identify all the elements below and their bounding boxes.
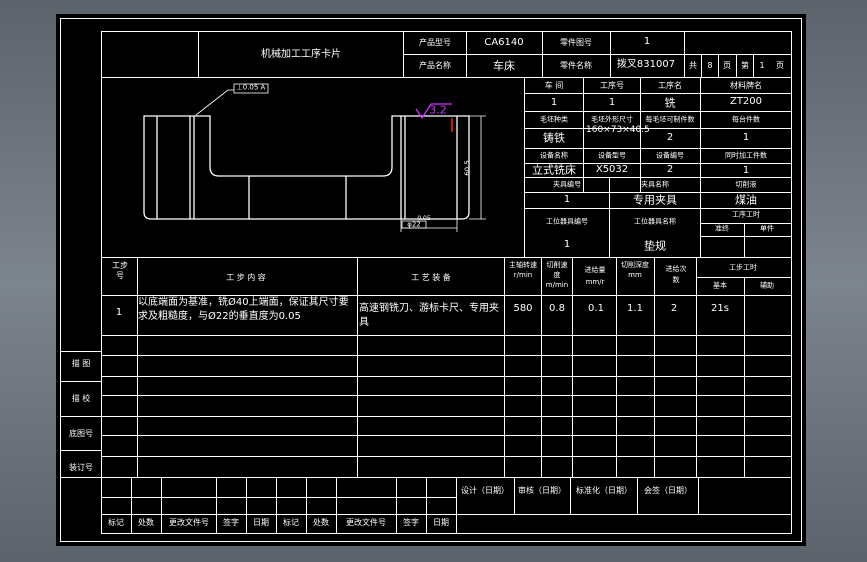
concurrent-label: 同时加工件数 (725, 151, 767, 160)
step-1-time: 21s (711, 303, 729, 314)
page-label: 页 (723, 61, 731, 70)
sign-col-count-1: 处数 (138, 518, 154, 527)
sign-approve: 会签（日期） (644, 486, 692, 495)
step-1-depth: 1.1 (627, 303, 643, 314)
unit-label: 单件 (760, 224, 774, 233)
step-1-feed: 0.1 (588, 303, 604, 314)
station-name-value: 垫规 (644, 239, 666, 253)
sign-col-mark-1: 标记 (108, 518, 124, 527)
depth-header: 切削深度mm (621, 261, 649, 279)
total-label: 共 (689, 61, 697, 70)
blank-type-label: 毛坯种类 (540, 115, 568, 124)
sign-col-count-2: 处数 (313, 518, 329, 527)
material-label: 材料牌名 (730, 81, 762, 90)
sheet-page-label: 页 (776, 61, 784, 70)
blank-count-label: 每毛坯可制件数 (645, 115, 695, 124)
feed-header: 进给量mm/r (584, 266, 606, 286)
part-no-value: 1 (643, 36, 651, 47)
passes-header: 进给次数 (665, 265, 687, 284)
sign-design: 设计（日期） (461, 486, 509, 495)
equip-model-label: 设备型号 (598, 151, 626, 160)
sign-review: 审核（日期） (518, 486, 566, 495)
left-label-binding-no: 装订号 (69, 463, 93, 472)
workshop-value: 1 (550, 97, 558, 108)
part-no-label: 零件图号 (560, 38, 592, 47)
station-no-value: 1 (563, 239, 571, 250)
dim-small: 0.05 (417, 215, 431, 222)
equip-name-value: 立式铣床 (532, 163, 576, 177)
equip-no-label: 设备编号 (656, 151, 684, 160)
concurrent-value: 1 (742, 165, 750, 176)
prep-label: 准终 (715, 224, 729, 233)
product-name-value: 车床 (493, 59, 515, 73)
op-name-label: 工序名 (658, 81, 682, 90)
product-model-label: 产品型号 (419, 38, 451, 47)
left-label-trace: 描 图 (71, 359, 91, 368)
spindle-header: 主轴转速r/min (509, 261, 537, 279)
product-name-label: 产品名称 (419, 61, 451, 70)
machine-time-header: 基本 (713, 281, 727, 290)
hours-header: 工步工时 (729, 263, 757, 272)
sign-col-sig-1: 签字 (223, 518, 239, 527)
cut-speed-header: 切削速度m/min (545, 261, 569, 289)
step-1-speed: 0.8 (549, 303, 565, 314)
roughness-value: 3.2 (429, 103, 447, 117)
dim-vertical: 60.5 (463, 160, 472, 176)
blank-size-value: 160×73×40.5 (586, 125, 650, 135)
aux-time-header: 辅助 (760, 281, 774, 290)
process-card-sheet: 机械加工工序卡片 产品型号 CA6140 零件图号 1 产品名称 车床 零件名称… (56, 14, 806, 546)
per-unit-value: 1 (742, 132, 750, 143)
sign-col-date-2: 日期 (433, 518, 449, 527)
part-drawing (143, 115, 470, 220)
op-no-value: 1 (608, 97, 616, 108)
equipment-header: 工 艺 装 备 (411, 273, 451, 282)
fixture-name-label: 夹具名称 (641, 180, 669, 189)
left-label-base-no: 底图号 (69, 429, 93, 438)
sign-standard: 标准化（日期） (576, 486, 632, 495)
material-value: ZT200 (729, 96, 763, 107)
blank-size-label: 毛坯外形尺寸 (591, 115, 633, 124)
part-name-label: 零件名称 (560, 61, 592, 70)
station-no-label: 工位器具编号 (546, 217, 588, 226)
equip-name-label: 设备名称 (540, 151, 568, 160)
station-name-label: 工位器具名称 (634, 217, 676, 226)
sign-col-docno-1: 更改文件号 (169, 518, 209, 527)
total-pages: 8 (707, 61, 713, 70)
card-title: 机械加工工序卡片 (261, 49, 341, 60)
equip-model-value: X5032 (595, 164, 629, 175)
sign-col-docno-2: 更改文件号 (346, 518, 386, 527)
step-no-header: 工步号 (112, 261, 128, 280)
product-model-value: CA6140 (484, 37, 524, 48)
fixture-name-value: 专用夹具 (633, 193, 677, 207)
sign-col-date-1: 日期 (253, 518, 269, 527)
fixture-no-value: 1 (563, 194, 571, 205)
op-name-value: 铣 (664, 96, 676, 110)
step-1-equipment: 高速钢铣刀、游标卡尺、专用夹具 (359, 303, 499, 328)
blank-count-value: 2 (666, 132, 674, 143)
workshop-label: 车 间 (544, 81, 564, 90)
equip-no-value: 2 (666, 164, 674, 175)
blank-type-value: 铸铁 (543, 131, 565, 145)
datum-box-text: ⊥0.05 A (236, 83, 266, 92)
step-1-content: 以底端面为基准，铣Ø40上端面，保证其尺寸要求及粗糙度，与Ø22的垂直度为0.0… (138, 297, 349, 322)
op-no-label: 工序号 (600, 81, 624, 90)
coolant-label: 切削液 (735, 180, 757, 189)
left-label-check: 描 校 (71, 394, 91, 403)
part-name-value: 拨叉831007 (616, 59, 676, 70)
op-hours-label: 工序工时 (732, 210, 760, 219)
step-1-spindle: 580 (513, 303, 533, 314)
coolant-value: 煤油 (735, 193, 757, 207)
dim-dia: φ22 (407, 220, 421, 229)
fixture-no-label: 夹具编号 (553, 180, 581, 189)
sheet-no: 1 (759, 61, 765, 70)
sign-col-sig-2: 签字 (403, 518, 419, 527)
step-1-passes: 2 (670, 303, 678, 314)
sheet-label: 第 (741, 61, 749, 70)
content-header: 工 步 内 容 (226, 273, 266, 282)
sign-col-mark-2: 标记 (283, 518, 299, 527)
step-1-no: 1 (115, 307, 123, 318)
per-unit-label: 每台件数 (732, 115, 760, 124)
